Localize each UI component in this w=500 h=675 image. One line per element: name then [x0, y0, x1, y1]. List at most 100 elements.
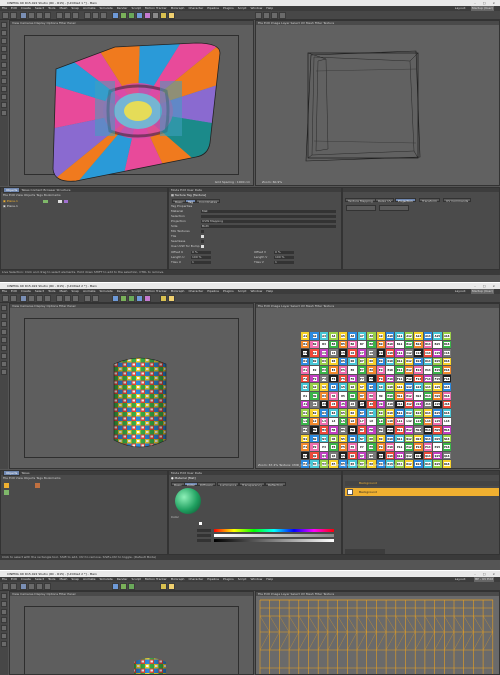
uv-rotate-icon[interactable]: [279, 12, 286, 19]
uv-menu-select[interactable]: Select: [291, 304, 300, 308]
cube-icon[interactable]: [112, 583, 119, 590]
workplane-icon[interactable]: [1, 46, 7, 52]
menu-create[interactable]: Create: [21, 289, 31, 293]
length-v-field[interactable]: 100 %: [274, 256, 294, 259]
cube-icon[interactable]: [112, 12, 119, 19]
om-menu-tags[interactable]: Tags: [36, 476, 43, 480]
edges-mode-icon[interactable]: [1, 62, 7, 68]
menu-motion-tracker[interactable]: Motion Tracker: [145, 577, 167, 581]
subdivision-icon[interactable]: [128, 583, 135, 590]
uvw-tag-icon[interactable]: [64, 200, 68, 203]
menu-edit[interactable]: Edit: [11, 6, 17, 10]
attr-menu-edit[interactable]: Edit: [180, 188, 186, 192]
uv-mesh-wireframe[interactable]: [256, 592, 500, 675]
value-field[interactable]: [197, 539, 211, 542]
light-icon[interactable]: [168, 12, 175, 19]
live-selection-icon[interactable]: [20, 583, 27, 590]
make-editable-icon[interactable]: [1, 593, 7, 599]
menu-mesh[interactable]: Mesh: [59, 289, 67, 293]
scene-icon[interactable]: [152, 12, 159, 19]
menu-file[interactable]: File: [2, 289, 7, 293]
live-selection-icon[interactable]: [20, 295, 27, 302]
object-icon[interactable]: [4, 490, 9, 495]
edges-mode-icon[interactable]: [1, 337, 7, 343]
tab-basic[interactable]: Basic: [172, 199, 186, 204]
offset-u-field[interactable]: 0 %: [191, 251, 211, 254]
menu-pipeline[interactable]: Pipeline: [207, 577, 219, 581]
menu-window[interactable]: Window: [250, 6, 262, 10]
om-menu-edit[interactable]: Edit: [9, 476, 15, 480]
om-menu-objects[interactable]: Objects: [24, 476, 35, 480]
deformer-icon[interactable]: [144, 295, 151, 302]
model-mode-icon[interactable]: [1, 30, 7, 36]
layer-row[interactable]: Background: [345, 481, 499, 486]
uv-menu-texture[interactable]: Texture: [323, 304, 334, 308]
x-axis-icon[interactable]: [56, 12, 63, 19]
om-menu-tags[interactable]: Tags: [36, 193, 43, 197]
snapping-icon[interactable]: [1, 102, 7, 108]
tab-projection[interactable]: Projection: [395, 198, 416, 203]
menu-create[interactable]: Create: [21, 6, 31, 10]
enable-axis-icon[interactable]: [1, 94, 7, 100]
menu-snap[interactable]: Snap: [71, 6, 79, 10]
scale-icon[interactable]: [36, 295, 43, 302]
uv-toolbar-icon[interactable]: [255, 12, 262, 19]
attr-menu-userdata[interactable]: User Data: [187, 471, 202, 475]
menu-mesh[interactable]: Mesh: [59, 577, 67, 581]
menu-render[interactable]: Render: [117, 6, 128, 10]
camera-icon[interactable]: [160, 583, 167, 590]
saturation-field[interactable]: [197, 534, 211, 537]
menu-motion-tracker[interactable]: Motion Tracker: [145, 289, 167, 293]
texture-tag-icon[interactable]: [58, 200, 62, 203]
render-view-icon[interactable]: [92, 295, 99, 302]
model-mode-icon[interactable]: [1, 601, 7, 607]
uv-points-icon[interactable]: [1, 78, 7, 84]
texture-mode-icon[interactable]: [1, 321, 7, 327]
menu-snap[interactable]: Snap: [71, 289, 79, 293]
uv-menu-file[interactable]: File: [258, 304, 263, 308]
uv-editor[interactable]: File Edit Image Layer Select UV Mesh Fil…: [255, 591, 500, 675]
redo-icon[interactable]: [10, 12, 17, 19]
y-axis-icon[interactable]: [64, 12, 71, 19]
tile-checkbox[interactable]: [201, 235, 204, 238]
menu-simulate[interactable]: Simulate: [100, 289, 113, 293]
textured-cylinder[interactable]: [10, 592, 254, 675]
om-menu-file[interactable]: File: [3, 193, 8, 197]
perspective-viewport[interactable]: View Cameras Display Options Filter Pane…: [9, 591, 254, 675]
z-axis-icon[interactable]: [72, 295, 79, 302]
tab-reflection[interactable]: Reflection: [265, 482, 286, 487]
render-icon[interactable]: [84, 295, 91, 302]
menu-animate[interactable]: Animate: [83, 289, 96, 293]
tab-coordinates[interactable]: Coordinates: [196, 199, 221, 204]
length-u-field[interactable]: 100 %: [191, 256, 211, 259]
make-editable-icon[interactable]: [1, 305, 7, 311]
attr-menu-userdata[interactable]: User Data: [187, 188, 202, 192]
uv-points-icon[interactable]: [1, 641, 7, 647]
menu-script[interactable]: Script: [238, 6, 247, 10]
menu-mograph[interactable]: MoGraph: [171, 6, 185, 10]
texture-mode-icon[interactable]: [1, 609, 7, 615]
uv-polygons-icon[interactable]: [1, 361, 7, 367]
menu-animate[interactable]: Animate: [83, 577, 96, 581]
object-row[interactable]: ▣ Plane.1: [3, 200, 165, 203]
menu-simulate[interactable]: Simulate: [100, 577, 113, 581]
move-icon[interactable]: [28, 12, 35, 19]
points-mode-icon[interactable]: [1, 329, 7, 335]
make-editable-icon[interactable]: [1, 22, 7, 28]
menu-help[interactable]: Help: [266, 577, 273, 581]
menu-script[interactable]: Script: [238, 289, 247, 293]
menu-pipeline[interactable]: Pipeline: [207, 6, 219, 10]
snapping-icon[interactable]: [1, 369, 7, 375]
render-view-icon[interactable]: [92, 12, 99, 19]
cylinder-object-icon[interactable]: [4, 483, 9, 488]
menu-script[interactable]: Script: [238, 577, 247, 581]
uv-menu-image[interactable]: Image: [271, 304, 280, 308]
uv-menu-filter[interactable]: Filter: [315, 304, 322, 308]
menu-file[interactable]: File: [2, 577, 7, 581]
color-grid-texture[interactable]: A1 A2 A3 A4 A5 A6 A7 A8 A9 A10 A11 A12 A13 A14 A15 A16 B…: [301, 332, 451, 468]
menu-sculpt[interactable]: Sculpt: [131, 289, 140, 293]
layer-buttons[interactable]: [345, 549, 385, 554]
uv-scale-icon[interactable]: [271, 12, 278, 19]
workplane-lock-icon[interactable]: [1, 110, 7, 116]
menu-character[interactable]: Character: [188, 6, 203, 10]
